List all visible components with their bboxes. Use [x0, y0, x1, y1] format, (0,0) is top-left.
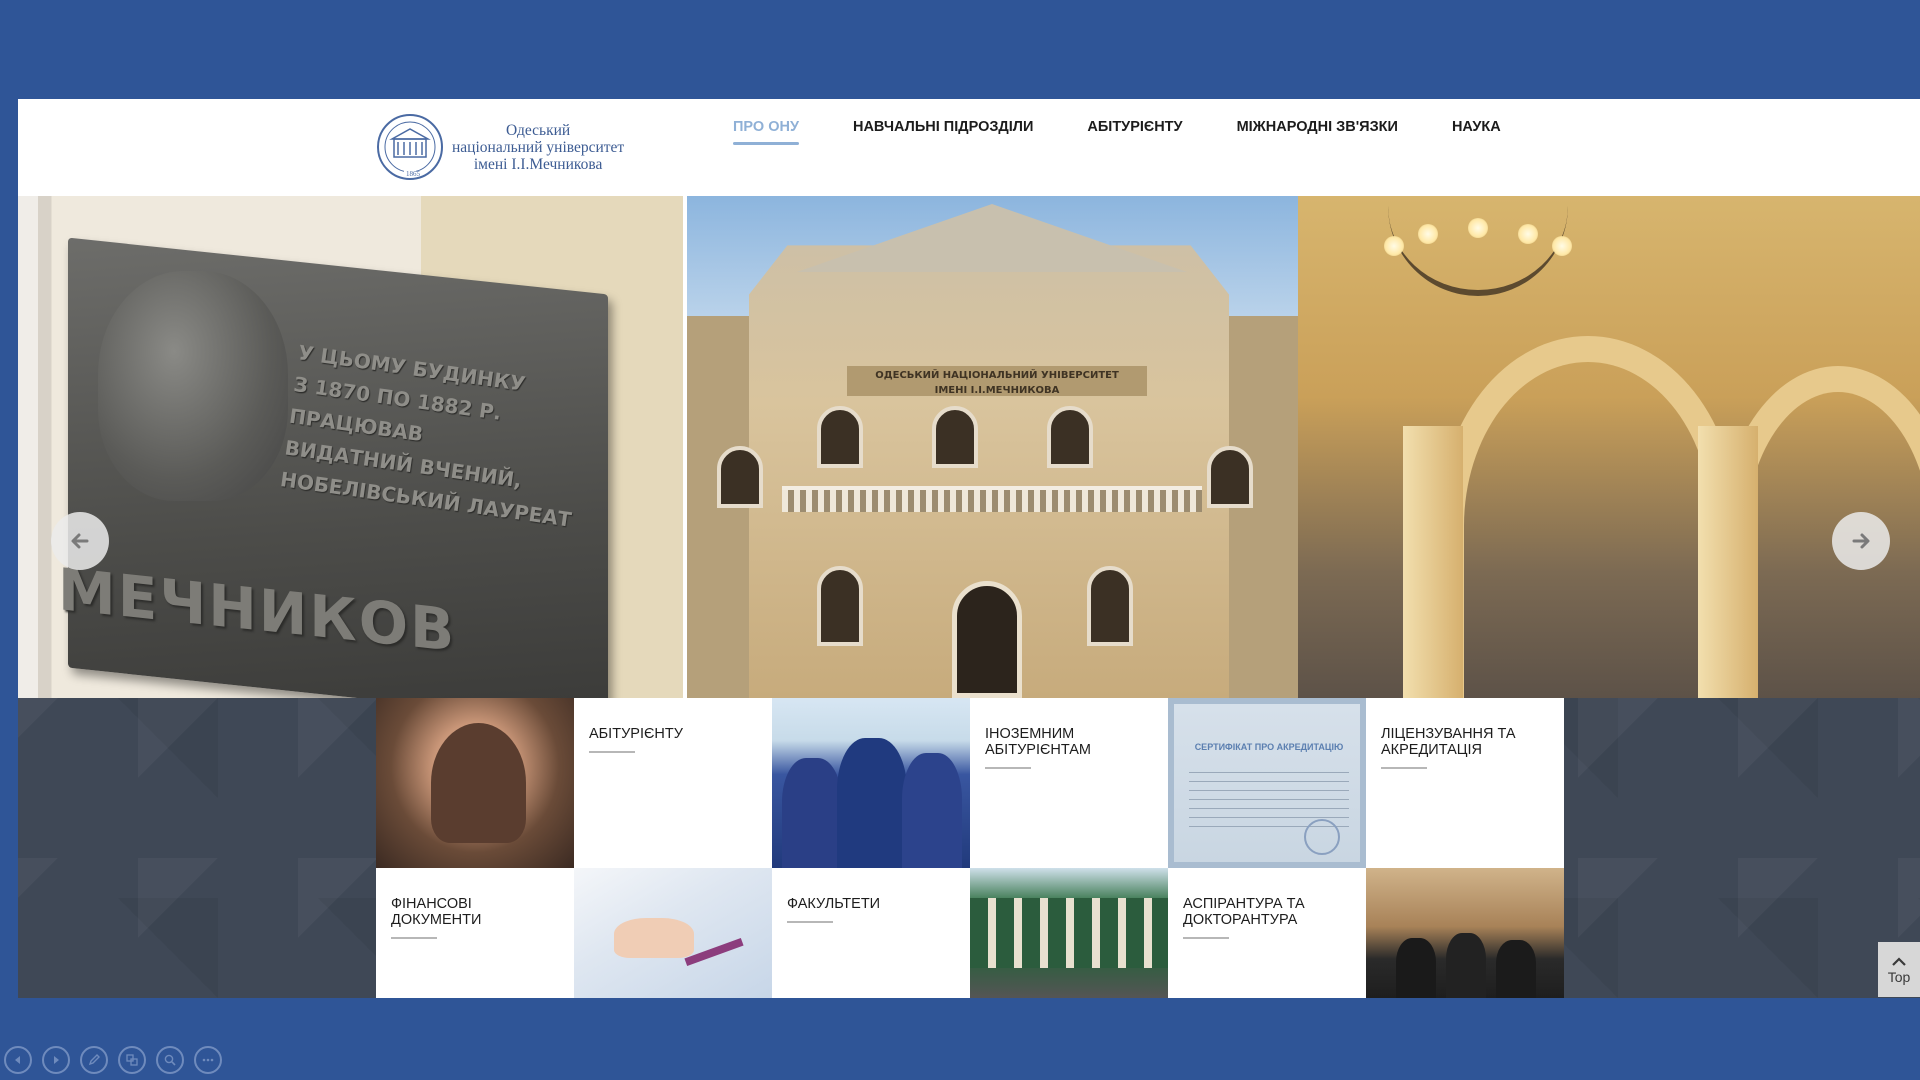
pen-button[interactable] — [80, 1046, 108, 1074]
graduates-photo[interactable] — [772, 698, 970, 868]
slide-panel-hall — [1298, 196, 1920, 698]
presentation-toolbar — [4, 1046, 222, 1074]
top-label: Top — [1887, 968, 1911, 985]
tiles-section: АБІТУРІЄНТУ ІНОЗЕМНИМ АБІТУРІЄНТАМ СЕРТИ… — [18, 698, 1920, 998]
building-sign-line-1: ОДЕСЬКИЙ НАЦІОНАЛЬНИЙ УНІВЕРСИТЕТ — [875, 370, 1119, 381]
pen-icon — [88, 1054, 100, 1066]
nav-academic-units[interactable]: НАВЧАЛЬНІ ПІДРОЗДІЛИ — [826, 109, 1060, 145]
certificate-seal-icon — [1304, 819, 1340, 855]
logo-line-1: Одеський — [506, 121, 571, 139]
tile-underline — [391, 937, 437, 939]
building-window — [1207, 446, 1253, 508]
slide-panel-plaque: У ЦЬОМУ БУДИНКУ З 1870 ПО 1882 Р. ПРАЦЮВ… — [18, 196, 690, 698]
building-sign-line-2: ІМЕНІ І.І.МЕЧНИКОВА — [934, 385, 1060, 396]
chandelier-bulb — [1518, 224, 1538, 244]
tile-financial-documents[interactable]: ФІНАНСОВІ ДОКУМЕНТИ — [376, 868, 574, 998]
plaque-portrait — [98, 271, 288, 501]
tile-postgraduate[interactable]: АСПІРАНТУРА ТА ДОКТОРАНТУРА — [1168, 868, 1366, 998]
main-navigation: ПРО ОНУ НАВЧАЛЬНІ ПІДРОЗДІЛИ АБІТУРІЄНТУ… — [706, 109, 1528, 145]
chandelier-bulb — [1552, 236, 1572, 256]
graduate-figure — [902, 753, 962, 868]
hall-arch — [1438, 336, 1738, 698]
certificate-photo[interactable]: СЕРТИФІКАТ ПРО АКРЕДИТАЦІЮ — [1168, 698, 1366, 868]
graduate-figure — [1396, 938, 1436, 998]
nav-applicants[interactable]: АБІТУРІЄНТУ — [1060, 109, 1209, 145]
tile-underline — [589, 751, 635, 753]
building-balcony — [782, 486, 1202, 512]
tile-label: ФІНАНСОВІ ДОКУМЕНТИ — [391, 896, 482, 928]
tile-foreign-applicants[interactable]: ІНОЗЕМНИМ АБІТУРІЄНТАМ — [970, 698, 1168, 868]
hand-shape — [614, 918, 694, 958]
building-door — [952, 581, 1022, 698]
nav-about[interactable]: ПРО ОНУ — [706, 109, 826, 145]
graduate-figure — [1496, 940, 1536, 998]
building-window — [932, 406, 978, 468]
tile-applicants[interactable]: АБІТУРІЄНТУ — [574, 698, 772, 868]
slides-overview-button[interactable] — [118, 1046, 146, 1074]
next-slide-button[interactable] — [42, 1046, 70, 1074]
hero-slider: У ЦЬОМУ БУДИНКУ З 1870 ПО 1882 Р. ПРАЦЮВ… — [18, 196, 1920, 698]
person-silhouette — [431, 723, 526, 843]
arrow-right-icon — [1852, 533, 1870, 549]
site-header: Одеський національний університет імені … — [18, 99, 1920, 196]
nav-international[interactable]: МІЖНАРОДНІ ЗВ'ЯЗКИ — [1210, 109, 1425, 145]
building-window — [1047, 406, 1093, 468]
tile-label: ЛІЦЕНЗУВАННЯ ТА АКРЕДИТАЦІЯ — [1381, 726, 1516, 758]
scroll-to-top-button[interactable]: Top — [1878, 942, 1920, 997]
tile-label: АСПІРАНТУРА ТА ДОКТОРАНТУРА — [1183, 896, 1305, 928]
slides-overview-icon — [126, 1054, 138, 1066]
certificate-caption: СЕРТИФІКАТ ПРО АКРЕДИТАЦІЮ — [1194, 742, 1344, 752]
more-options-button[interactable] — [194, 1046, 222, 1074]
zoom-button[interactable] — [156, 1046, 184, 1074]
previous-slide-button[interactable] — [4, 1046, 32, 1074]
arrow-left-icon — [71, 533, 89, 549]
slide-panel-building: ОДЕСЬКИЙ НАЦІОНАЛЬНИЙ УНІВЕРСИТЕТ ІМЕНІ … — [683, 196, 1303, 698]
tile-label: ІНОЗЕМНИМ АБІТУРІЄНТАМ — [985, 726, 1092, 758]
graduate-figure — [1446, 933, 1486, 998]
tile-faculties[interactable]: ФАКУЛЬТЕТИ — [772, 868, 970, 998]
tile-label: АБІТУРІЄНТУ — [589, 726, 683, 742]
university-name: Одеський національний університет імені … — [452, 122, 624, 173]
building-window — [817, 566, 863, 646]
nav-science[interactable]: НАУКА — [1425, 109, 1528, 145]
more-options-icon — [202, 1058, 214, 1062]
chandelier-bulb — [1468, 218, 1488, 238]
building-window — [1087, 566, 1133, 646]
chandelier-bulb — [1384, 236, 1404, 256]
documents-photo[interactable] — [574, 868, 772, 998]
building-window — [717, 446, 763, 508]
logo-line-2: національний університет — [452, 138, 625, 156]
hall-column — [1698, 426, 1758, 698]
chevron-up-icon — [1892, 956, 1906, 966]
building-sign: ОДЕСЬКИЙ НАЦІОНАЛЬНИЙ УНІВЕРСИТЕТ ІМЕНІ … — [847, 366, 1147, 396]
building-windows — [970, 898, 1168, 968]
hall-column — [1403, 426, 1463, 698]
tile-label: ФАКУЛЬТЕТИ — [787, 896, 881, 912]
graduate-figure — [837, 738, 907, 868]
zoom-icon — [164, 1054, 176, 1066]
graduate-figure — [782, 758, 842, 868]
tile-underline — [787, 921, 833, 923]
faculty-building-photo[interactable] — [970, 868, 1168, 998]
building-window — [817, 406, 863, 468]
next-slide-icon — [54, 1056, 59, 1064]
tiles-grid: АБІТУРІЄНТУ ІНОЗЕМНИМ АБІТУРІЄНТАМ СЕРТИ… — [376, 698, 1564, 998]
logo-line-3: імені І.І.Мечникова — [473, 155, 603, 173]
previous-slide-icon — [15, 1056, 20, 1064]
student-photo[interactable] — [376, 698, 574, 868]
tile-underline — [1183, 937, 1229, 939]
slider-prev-button[interactable] — [51, 512, 109, 570]
logo-year: 1865 — [406, 170, 420, 178]
website-frame: Одеський національний університет імені … — [18, 99, 1920, 998]
chandelier-bulb — [1418, 224, 1438, 244]
tile-underline — [985, 767, 1031, 769]
graduation-stairs-photo[interactable] — [1366, 868, 1564, 998]
tile-licensing[interactable]: ЛІЦЕНЗУВАННЯ ТА АКРЕДИТАЦІЯ — [1366, 698, 1564, 868]
tile-underline — [1381, 767, 1427, 769]
slider-next-button[interactable] — [1832, 512, 1890, 570]
